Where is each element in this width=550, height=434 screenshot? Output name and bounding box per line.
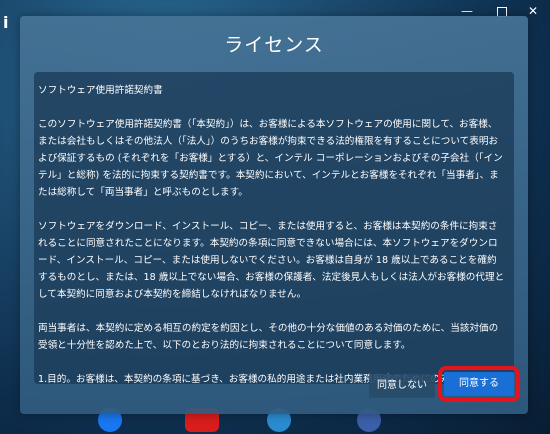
maximize-icon (497, 6, 507, 17)
license-text: ソフトウェア使用許諾契約書 このソフトウェア使用許諾契約書（「本契約」）は、お客… (38, 82, 506, 384)
license-dialog: ライセンス ソフトウェア使用許諾契約書 このソフトウェア使用許諾契約書（「本契約… (20, 16, 528, 414)
close-icon: ✕ (527, 4, 539, 18)
license-paragraph: 1.目的。お客様は、本契約の条項に基づき、お客様の私的用途または社内業務用途のた… (38, 374, 497, 384)
license-paragraph: 両当事者は、本契約に定める相互の約定を約因とし、その他の十分な価値のある対価のた… (38, 323, 499, 351)
dialog-title: ライセンス (224, 34, 324, 56)
agree-button[interactable]: 同意する (438, 366, 520, 402)
license-heading: ソフトウェア使用許諾契約書 (38, 85, 163, 96)
app-logo: i (3, 13, 9, 32)
license-paragraph: このソフトウェア使用許諾契約書（「本契約」）は、お客様による本ソフトウェアの使用… (38, 119, 503, 198)
decline-button[interactable]: 同意しない (369, 374, 435, 398)
license-paragraph: ソフトウェアをダウンロード、インストール、コピー、または使用すると、お客様は本契… (38, 221, 505, 300)
license-text-area[interactable]: ソフトウェア使用許諾契約書 このソフトウェア使用許諾契約書（「本契約」）は、お客… (34, 72, 514, 384)
